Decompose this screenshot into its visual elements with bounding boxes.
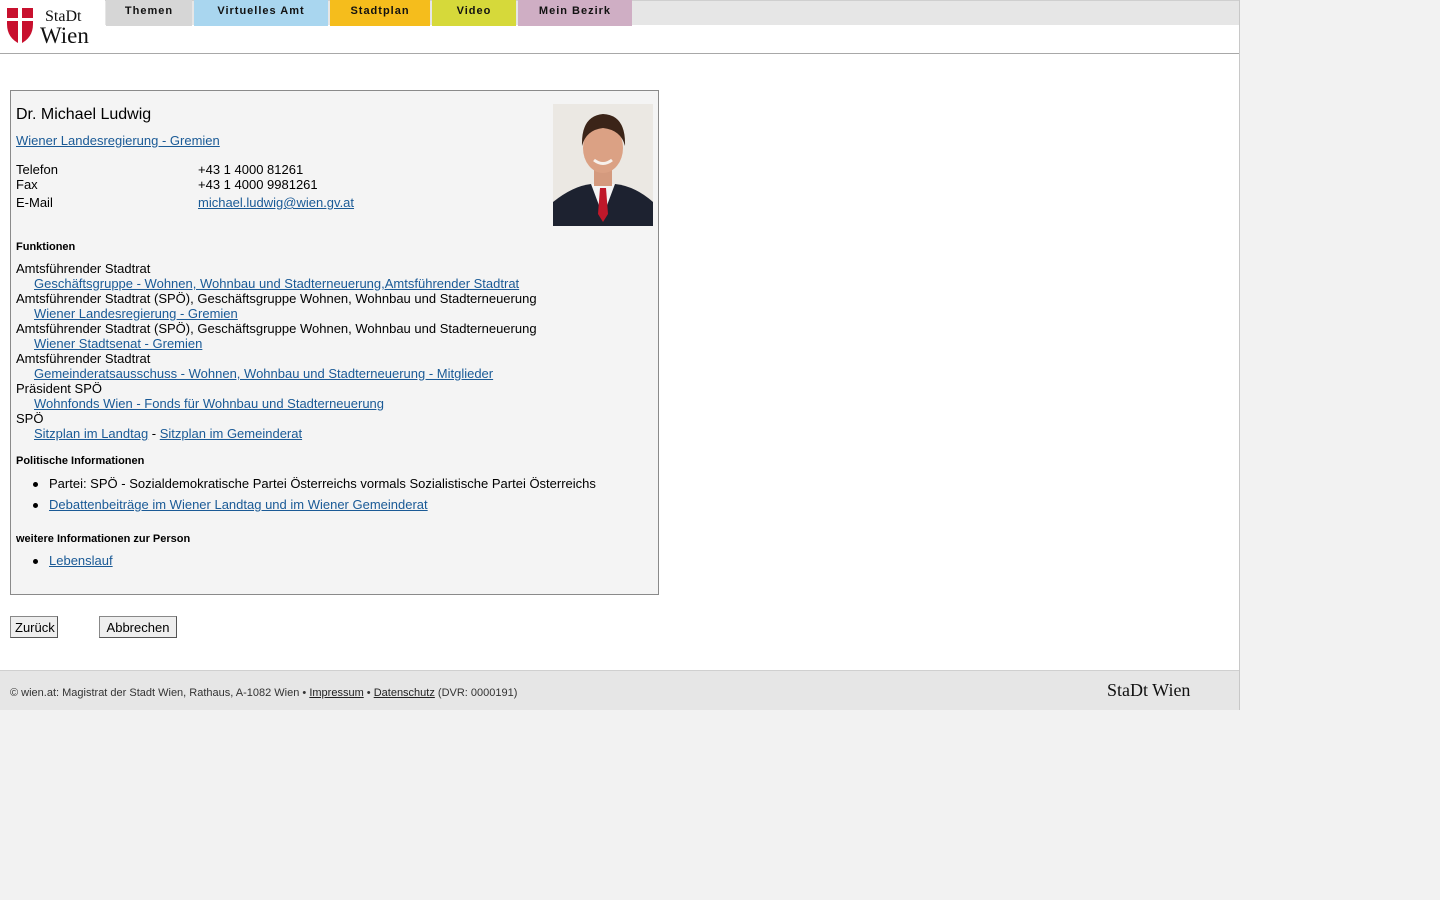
function-role: Amtsführender Stadtrat	[16, 351, 151, 366]
function-role: Amtsführender Stadtrat (SPÖ), Geschäftsg…	[16, 321, 537, 336]
tab-stadtplan[interactable]: Stadtplan	[330, 0, 430, 26]
function-role: Präsident SPÖ	[16, 381, 102, 396]
stadt-wien-logo[interactable]: StaDt Wien	[7, 4, 99, 46]
copyright-text: © wien.at: Magistrat der Stadt Wien, Rat…	[10, 687, 310, 699]
fax-value: +43 1 4000 9981261	[198, 177, 318, 192]
tab-virtuelles-amt[interactable]: Virtuelles Amt	[194, 0, 328, 26]
more-info-heading: weitere Informationen zur Person	[16, 533, 191, 545]
sitzplan-gemeinderat-link[interactable]: Sitzplan im Gemeinderat	[160, 426, 302, 441]
email-label: E-Mail	[16, 195, 53, 210]
site-footer: © wien.at: Magistrat der Stadt Wien, Rat…	[0, 670, 1239, 710]
back-button[interactable]: Zurück	[10, 616, 58, 638]
fax-label: Fax	[16, 177, 38, 192]
footer-stadt-wien-logo[interactable]: StaDt Wien	[1107, 680, 1231, 700]
dvr-text: (DVR: 0000191)	[434, 687, 518, 699]
page: StaDt Wien Themen Virtuelles Amt Stadtpl…	[0, 0, 1240, 710]
person-photo	[553, 104, 653, 226]
party-info: Partei: SPÖ - Sozialdemokratische Partei…	[33, 476, 596, 491]
functions-heading: Funktionen	[16, 241, 76, 253]
impressum-link[interactable]: Impressum	[309, 687, 363, 699]
tab-mein-bezirk[interactable]: Mein Bezirk	[518, 0, 632, 26]
phone-value: +43 1 4000 81261	[198, 162, 304, 177]
cancel-button[interactable]: Abbrechen	[99, 616, 177, 638]
cv-link[interactable]: Lebenslauf	[33, 553, 113, 568]
debate-link[interactable]: Debattenbeiträge im Wiener Landtag und i…	[33, 497, 428, 512]
function-link[interactable]: Gemeinderatsausschuss - Wohnen, Wohnbau …	[34, 366, 493, 381]
logo-text-bottom: Wien	[40, 23, 89, 46]
person-card: Dr. Michael Ludwig Wiener Landesregierun…	[10, 90, 659, 595]
link-separator: -	[148, 426, 160, 441]
seat-plan-links: Sitzplan im Landtag - Sitzplan im Gemein…	[34, 426, 302, 441]
footer-separator: •	[363, 687, 374, 699]
function-role: SPÖ	[16, 411, 44, 426]
email-link[interactable]: michael.ludwig@wien.gv.at	[198, 195, 354, 210]
datenschutz-link[interactable]: Datenschutz	[374, 687, 435, 699]
sitzplan-landtag-link[interactable]: Sitzplan im Landtag	[34, 426, 148, 441]
function-role: Amtsführender Stadtrat	[16, 261, 151, 276]
function-link[interactable]: Wohnfonds Wien - Fonds für Wohnbau und S…	[34, 396, 384, 411]
political-heading: Politische Informationen	[16, 455, 145, 467]
tab-themen[interactable]: Themen	[106, 0, 192, 26]
footer-logo-text: StaDt Wien	[1107, 680, 1190, 700]
function-role: Amtsführender Stadtrat (SPÖ), Geschäftsg…	[16, 291, 537, 306]
footer-text: © wien.at: Magistrat der Stadt Wien, Rat…	[10, 687, 517, 699]
person-name: Dr. Michael Ludwig	[16, 106, 152, 123]
function-link[interactable]: Wiener Stadtsenat - Gremien	[34, 336, 202, 351]
function-link[interactable]: Wiener Landesregierung - Gremien	[34, 306, 238, 321]
landesregierung-gremien-link[interactable]: Wiener Landesregierung - Gremien	[16, 133, 220, 148]
site-header: StaDt Wien Themen Virtuelles Amt Stadtpl…	[0, 0, 1239, 54]
tab-video[interactable]: Video	[432, 0, 516, 26]
phone-label: Telefon	[16, 162, 58, 177]
function-link[interactable]: Geschäftsgruppe - Wohnen, Wohnbau und St…	[34, 276, 519, 291]
